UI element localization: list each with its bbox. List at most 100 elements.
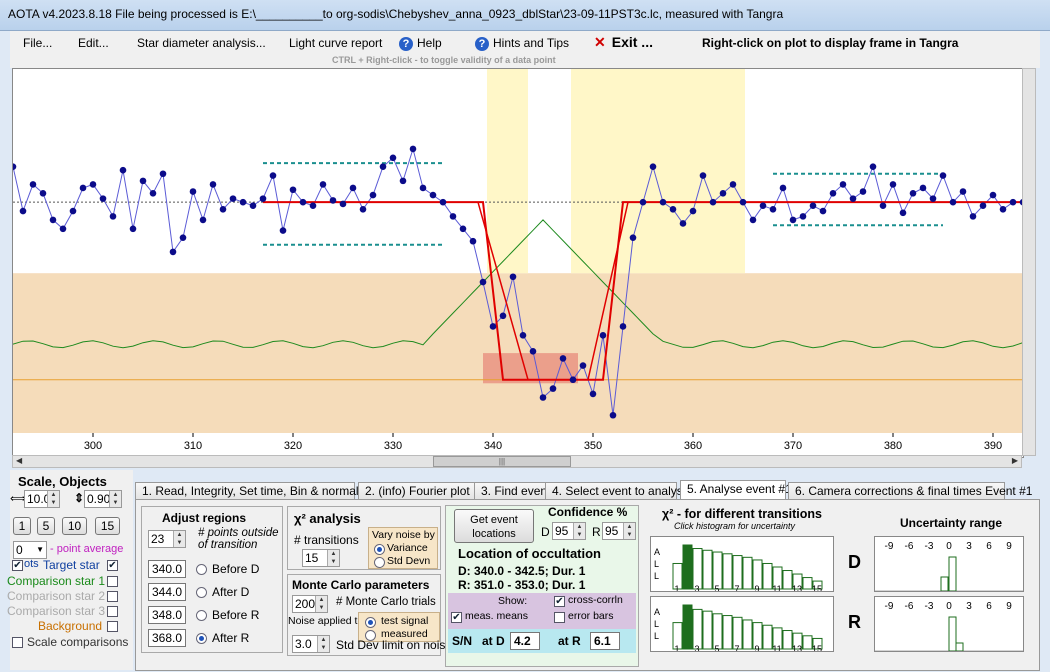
after-d-value[interactable]: 344.0	[148, 583, 186, 601]
after-r-value[interactable]: 368.0	[148, 629, 186, 647]
data-point	[959, 188, 967, 195]
chi2-d-side-letter: L	[654, 571, 659, 581]
transitions-spinner[interactable]: 15 ▲ ▼	[302, 549, 340, 567]
scroll-left-icon[interactable]: ◀	[16, 456, 22, 465]
chi2-r-bar	[722, 615, 733, 650]
uncertainty-histogram-r[interactable]: -9 -6 -3 0 3 6 9	[874, 596, 1024, 652]
data-point	[749, 216, 757, 224]
menu-hints[interactable]: ? Hints and Tips	[475, 36, 569, 51]
chi2-histogram-r[interactable]: ALL1 3 5 7 9 11 13 15	[650, 596, 834, 652]
y-scale-spin-icon[interactable]: ▲ ▼	[109, 491, 121, 507]
at-r-label: at R	[558, 634, 581, 648]
uncertainty-histogram-d[interactable]: -9 -6 -3 0 3 6 9	[874, 536, 1024, 592]
confidence-title: Confidence %	[548, 505, 628, 519]
point-average-dropdown[interactable]: 0 ▼	[13, 541, 47, 559]
data-point	[59, 225, 67, 233]
after-r-radio[interactable]	[196, 633, 207, 644]
chi2-d-side-letter: L	[654, 559, 659, 569]
data-point	[499, 312, 507, 320]
before-d-value[interactable]: 340.0	[148, 560, 186, 578]
plot-horizontal-scrollbar[interactable]: ◀ ||| ▶	[12, 455, 1022, 468]
data-point	[279, 227, 287, 234]
data-point	[809, 202, 817, 210]
chi2-r-x-label: 11	[772, 644, 781, 652]
chi2-d-bar	[702, 549, 713, 590]
before-r-value[interactable]: 348.0	[148, 606, 186, 624]
scroll-right-icon[interactable]: ▶	[1012, 456, 1018, 465]
avg-10-button[interactable]: 10	[62, 517, 87, 535]
data-point	[369, 191, 377, 199]
tab-read-integrity[interactable]: 1. Read, Integrity, Set time, Bin & norm…	[135, 482, 374, 499]
confidence-d-spin-icon[interactable]: ▲ ▼	[573, 523, 585, 539]
data-point	[539, 394, 547, 401]
tab-fourier-plot[interactable]: 2. (info) Fourier plot	[358, 482, 491, 499]
confidence-r-spinner[interactable]: 95 ▲ ▼	[602, 522, 636, 540]
before-r-radio[interactable]	[196, 610, 207, 621]
points-outside-spinner[interactable]: 23 ▲ ▼	[148, 530, 186, 548]
menu-edit[interactable]: Edit...	[78, 36, 109, 50]
menu-light-curve-report[interactable]: Light curve report	[289, 36, 382, 50]
data-point	[789, 216, 797, 224]
avg-5-button[interactable]: 5	[37, 517, 55, 535]
light-curve-plot[interactable]: 300 310 320 330 340 350 360 370 380 390	[12, 68, 1024, 458]
chi2-d-bar	[682, 544, 693, 590]
get-event-locations-button[interactable]: Get event locations	[454, 509, 534, 543]
comparison-star-1-label: Comparison star 1	[7, 574, 106, 588]
after-d-label: After D	[212, 585, 250, 599]
transitions-spin-icon[interactable]: ▲ ▼	[327, 550, 339, 566]
before-d-radio[interactable]	[196, 564, 207, 575]
avg-15-button[interactable]: 15	[95, 517, 120, 535]
chi2-r-x-label: 7	[734, 644, 739, 652]
x-scale-spinner[interactable]: 10.0 ▲ ▼	[24, 490, 60, 508]
sd-limit-spinner[interactable]: 3.0 ▲ ▼	[292, 635, 330, 653]
tab-camera-corrections[interactable]: 6. Camera corrections & final times Even…	[788, 482, 1032, 499]
scale-comparisons-checkbox[interactable]	[12, 637, 23, 648]
menu-star-diameter[interactable]: Star diameter analysis...	[137, 36, 266, 50]
scroll-thumb[interactable]: |||	[433, 456, 571, 467]
sd-limit-spin-icon[interactable]: ▲ ▼	[317, 636, 329, 652]
comparison-star-2-checkbox[interactable]	[107, 591, 118, 602]
mc-trials-spinner[interactable]: 200 ▲ ▼	[292, 595, 328, 613]
error-bars-checkbox[interactable]	[554, 612, 565, 623]
after-d-radio[interactable]	[196, 587, 207, 598]
comparison-star-1-checkbox[interactable]	[107, 576, 118, 587]
unc-r-tick: 3	[966, 601, 972, 612]
tab-find-events[interactable]: 3. Find events	[474, 482, 556, 499]
ctrl-hint: CTRL + Right-click - to toggle validity …	[332, 55, 556, 65]
background-checkbox[interactable]	[107, 621, 118, 632]
data-point	[639, 198, 647, 206]
comparison-star-3-checkbox[interactable]	[107, 606, 118, 617]
menu-exit-label: Exit ...	[611, 34, 653, 50]
menu-file[interactable]: File...	[23, 36, 52, 50]
comparison-star-2-label: Comparison star 2	[7, 589, 106, 603]
target-star-left-checkbox[interactable]: ✔	[12, 560, 23, 571]
y-scale-spinner[interactable]: 0.90 ▲ ▼	[84, 490, 122, 508]
data-point	[13, 163, 17, 170]
x-scale-spin-icon[interactable]: ▲ ▼	[47, 491, 59, 507]
chi2-r-x-label: 13	[792, 644, 802, 652]
test-signal-radio[interactable]	[365, 617, 376, 628]
chi2-r-side-letter: L	[654, 619, 659, 629]
avg-1-button[interactable]: 1	[13, 517, 31, 535]
chi2-histogram-d[interactable]: ALL1 3 5 7 9 11 13 15	[650, 536, 834, 592]
points-spin-icon[interactable]: ▲ ▼	[173, 531, 185, 547]
cross-corr-checkbox[interactable]: ✔	[554, 596, 565, 607]
chi2-d-bar	[802, 577, 813, 590]
meas-means-checkbox[interactable]: ✔	[451, 612, 462, 623]
unc-r-bar	[955, 642, 964, 651]
data-point	[819, 207, 827, 215]
target-star-checkbox[interactable]: ✔	[107, 560, 118, 571]
mc-trials-spin-icon[interactable]: ▲ ▼	[315, 596, 327, 612]
menu-help[interactable]: ? Help	[399, 36, 442, 51]
menu-exit[interactable]: ✕ Exit ...	[594, 34, 653, 51]
plot-vertical-scrollbar[interactable]	[1022, 68, 1036, 456]
tab-select-event[interactable]: 4. Select event to analyse	[545, 482, 689, 499]
light-curve-svg[interactable]: 300 310 320 330 340 350 360 370 380 390	[13, 69, 1023, 457]
confidence-d-spinner[interactable]: 95 ▲ ▼	[552, 522, 586, 540]
tab-analyse-event[interactable]: 5. Analyse event #1	[680, 480, 792, 500]
variance-radio[interactable]	[374, 544, 385, 555]
d-location: D: 340.0 - 342.5; Dur. 1	[458, 564, 586, 578]
std-devn-radio[interactable]	[374, 557, 385, 568]
chi2-r-bar	[742, 619, 753, 650]
confidence-r-spin-icon[interactable]: ▲ ▼	[623, 523, 635, 539]
